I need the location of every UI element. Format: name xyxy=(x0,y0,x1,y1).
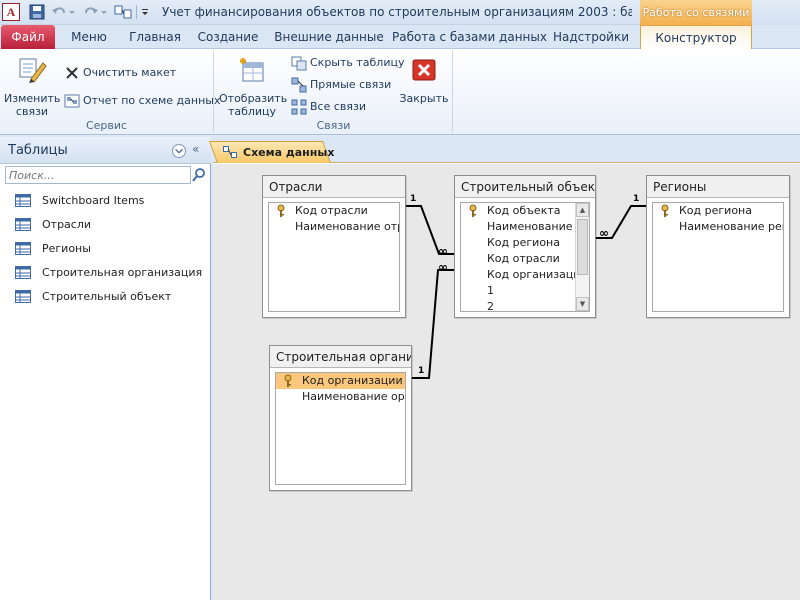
document-tab-bar: Схема данных xyxy=(208,137,800,163)
nav-item-label: Строительная организация xyxy=(42,266,203,279)
edit-relationships-button[interactable]: Изменить связи xyxy=(4,55,60,118)
group-service: Изменить связи Очистить макет Отчет по с… xyxy=(0,51,220,133)
nav-item-label: Отрасли xyxy=(42,218,92,231)
tab-external-data[interactable]: Внешние данные xyxy=(270,25,388,49)
tab-home[interactable]: Главная xyxy=(122,25,188,49)
nav-menu-dropdown-icon[interactable] xyxy=(172,144,186,158)
nav-item-stroitelny-obekt[interactable]: Строительный объект xyxy=(0,285,211,309)
close-button[interactable]: Закрыть xyxy=(399,55,449,105)
redo-dropdown-icon[interactable] xyxy=(100,3,108,21)
hide-table-button[interactable]: Скрыть таблицу xyxy=(291,53,405,73)
table-icon xyxy=(15,266,31,279)
show-table-button[interactable]: Отобразить таблицу xyxy=(219,55,288,118)
group-relationships: Отобразить таблицу Скрыть таблицу Прямые… xyxy=(215,51,453,133)
nav-item-regiony[interactable]: Регионы xyxy=(0,237,211,261)
nav-collapse-icon[interactable]: « xyxy=(192,142,199,156)
qat-separator xyxy=(136,5,137,19)
edit-relationships-label: Изменить связи xyxy=(4,92,61,118)
relationships-tab-label: Схема данных xyxy=(243,146,335,159)
nav-item-label: Строительный объект xyxy=(42,290,172,303)
navigation-pane: Таблицы « Switchboard Items Отрасли Реги… xyxy=(0,137,211,600)
relationship-one-label: 1 xyxy=(418,366,425,376)
ribbon: Изменить связи Очистить макет Отчет по с… xyxy=(0,49,800,135)
relationship-report-label: Отчет по схеме данных xyxy=(83,94,221,107)
relationship-many-label: ∞ xyxy=(438,244,448,258)
tab-database-tools[interactable]: Работа с базами данных xyxy=(392,25,547,49)
direct-relationships-button[interactable]: Прямые связи xyxy=(291,75,391,95)
ribbon-tab-row: Файл Меню Главная Создание Внешние данны… xyxy=(0,25,800,50)
relationship-report-button[interactable]: Отчет по схеме данных xyxy=(64,91,220,111)
nav-item-stroitelnaya-organizatsiya[interactable]: Строительная организация xyxy=(0,261,211,285)
all-relationships-button[interactable]: Все связи xyxy=(291,97,366,117)
clear-layout-label: Очистить макет xyxy=(83,66,177,79)
hide-table-icon xyxy=(291,56,307,71)
nav-table-list: Switchboard Items Отрасли Регионы Строит… xyxy=(0,189,211,309)
relationship-lines xyxy=(406,205,646,379)
nav-item-otrasli[interactable]: Отрасли xyxy=(0,213,211,237)
tab-menu[interactable]: Меню xyxy=(60,25,118,49)
document-area: Схема данных Отрасли Код отрасли Наимено… xyxy=(208,137,800,600)
edit-relationships-icon xyxy=(19,58,47,83)
relationship-one-label: 1 xyxy=(410,194,417,204)
show-table-label: Отобразить таблицу xyxy=(219,92,288,118)
context-tab-group-header: Работа со связями xyxy=(640,0,752,25)
chevron-down-icon xyxy=(175,148,183,154)
relationship-report-icon xyxy=(64,94,80,108)
hide-table-label: Скрыть таблицу xyxy=(310,56,405,69)
close-icon xyxy=(412,59,436,81)
tab-addins[interactable]: Надстройки xyxy=(548,25,634,49)
table-icon xyxy=(15,242,31,255)
tab-create[interactable]: Создание xyxy=(192,25,264,49)
direct-relationships-label: Прямые связи xyxy=(310,78,392,91)
tab-file[interactable]: Файл xyxy=(1,25,55,49)
all-relationships-icon xyxy=(291,99,307,115)
relationships-canvas[interactable]: Отрасли Код отрасли Наименование отрасли… xyxy=(213,164,800,600)
clear-layout-button[interactable]: Очистить макет xyxy=(64,63,176,83)
save-icon[interactable] xyxy=(28,3,46,21)
table-icon xyxy=(15,218,31,231)
search-icon[interactable] xyxy=(191,166,208,184)
group-relationships-label: Связи xyxy=(316,119,351,132)
relationship-one-label: 1 xyxy=(633,194,640,204)
direct-relationships-icon xyxy=(291,77,307,93)
nav-item-label: Switchboard Items xyxy=(42,194,145,207)
table-icon xyxy=(15,194,31,207)
relationship-organizatsiya-object[interactable] xyxy=(412,269,454,379)
clear-layout-icon xyxy=(66,67,78,79)
relationships-icon[interactable] xyxy=(114,3,132,21)
relationship-many-label: ∞ xyxy=(599,226,609,240)
nav-search-input[interactable] xyxy=(5,166,191,184)
nav-item-label: Регионы xyxy=(42,242,91,255)
undo-dropdown-icon[interactable] xyxy=(68,3,76,21)
all-relationships-label: Все связи xyxy=(310,100,367,113)
tab-design[interactable]: Конструктор xyxy=(640,25,752,50)
close-label: Закрыть xyxy=(399,92,449,105)
window-controls xyxy=(752,0,800,25)
undo-icon[interactable] xyxy=(50,3,68,21)
redo-icon[interactable] xyxy=(82,3,100,21)
table-icon xyxy=(15,290,31,303)
relationships-tab-icon xyxy=(223,146,237,158)
group-service-label: Сервис xyxy=(85,119,128,132)
nav-title: Таблицы xyxy=(8,143,68,158)
access-app-icon[interactable]: A xyxy=(2,3,20,21)
nav-header[interactable]: Таблицы « xyxy=(0,137,211,164)
show-table-icon xyxy=(240,58,264,82)
window-title: Учет финансирования объектов по строител… xyxy=(162,5,632,19)
nav-item-switchboard-items[interactable]: Switchboard Items xyxy=(0,189,211,213)
title-bar: A Учет финансирования объектов по строит… xyxy=(0,0,800,25)
relationship-many-label: ∞ xyxy=(438,260,448,274)
customize-qat-icon[interactable] xyxy=(140,3,150,21)
